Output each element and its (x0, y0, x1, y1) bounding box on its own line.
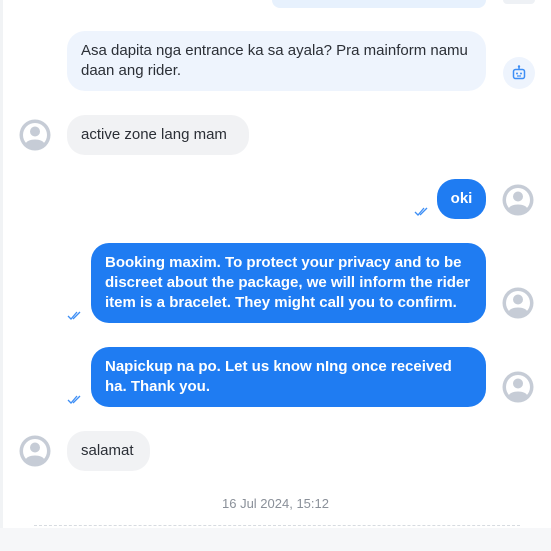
robot-icon (503, 57, 535, 89)
message-text: active zone lang mam (81, 126, 227, 143)
user-avatar-icon (19, 119, 51, 151)
message-bubble-customer: active zone lang mam (67, 115, 249, 155)
divider (34, 525, 520, 526)
message-text: salamat (81, 442, 134, 459)
double-check-icon (414, 207, 428, 216)
message-text: oki (450, 190, 473, 207)
composer-area (0, 528, 551, 551)
message-bubble-bot: Asa dapita nga entrance ka sa ayala? Pra… (67, 31, 486, 91)
user-avatar-icon (502, 287, 534, 319)
message-bubble-agent: oki (437, 179, 486, 219)
message-text: Asa dapita nga entrance ka sa ayala? Pra… (81, 42, 468, 79)
user-avatar-icon (19, 435, 51, 467)
message-text: Booking maxim. To protect your privacy a… (105, 254, 471, 311)
double-check-icon (67, 395, 81, 404)
previous-message-bubble (272, 0, 486, 8)
message-bubble-customer: salamat (67, 431, 150, 471)
message-bubble-agent: Booking maxim. To protect your privacy a… (91, 243, 486, 323)
double-check-icon (67, 311, 81, 320)
user-avatar-icon (502, 371, 534, 403)
left-border (0, 0, 3, 551)
date-separator: 16 Jul 2024, 15:12 (222, 496, 329, 511)
message-text: Napickup na po. Let us know nIng once re… (105, 358, 452, 395)
message-bubble-agent: Napickup na po. Let us know nIng once re… (91, 347, 486, 407)
user-avatar-icon (502, 184, 534, 216)
previous-avatar (503, 0, 535, 4)
